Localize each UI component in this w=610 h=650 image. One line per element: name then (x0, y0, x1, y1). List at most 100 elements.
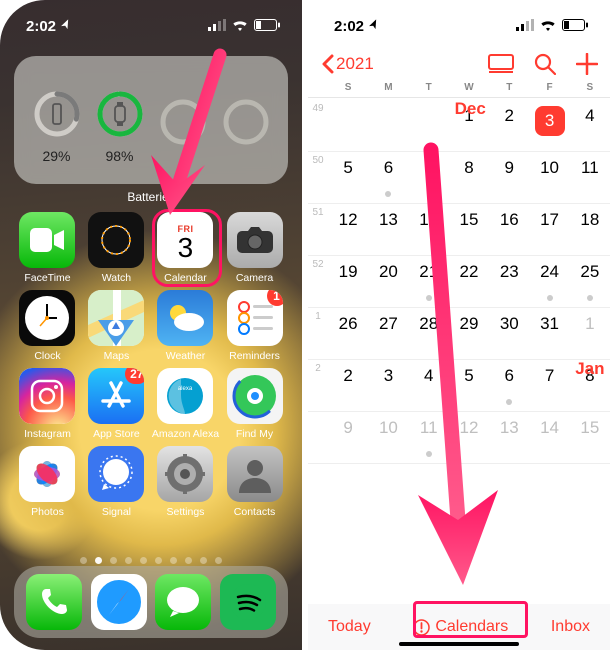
app-label: Find My (236, 428, 273, 440)
month-label: Dec (455, 99, 486, 119)
phone-app[interactable] (26, 574, 82, 630)
day-cell[interactable]: 3 (529, 100, 569, 151)
safari-app[interactable] (91, 574, 147, 630)
day-cell[interactable]: 9 (328, 412, 368, 463)
messages-app[interactable] (155, 574, 211, 630)
day-cell[interactable]: 28 (409, 308, 449, 359)
day-cell[interactable]: 29 (449, 308, 489, 359)
app-label: Watch (102, 272, 131, 284)
status-bar: 2:02 (0, 14, 302, 38)
battery-ring-watch: 98% (91, 90, 148, 164)
signal-icon (208, 18, 226, 35)
day-cell[interactable]: 19 (328, 256, 368, 307)
day-cell[interactable]: 9 (489, 152, 529, 203)
list-view-button[interactable] (488, 54, 514, 74)
watch-app[interactable] (88, 212, 144, 268)
day-cell[interactable]: 5 (328, 152, 368, 203)
day-cell[interactable]: 10 (529, 152, 569, 203)
day-cell[interactable]: 2 (328, 360, 368, 411)
photos-app[interactable] (19, 446, 75, 502)
maps-app[interactable] (88, 290, 144, 346)
findmy-app[interactable] (227, 368, 283, 424)
day-cell[interactable]: 15 (449, 204, 489, 255)
day-cell[interactable]: 30 (489, 308, 529, 359)
day-cell[interactable]: 4 (570, 100, 610, 151)
day-cell[interactable]: 17 (529, 204, 569, 255)
batteries-widget[interactable]: 29% 98% (14, 56, 288, 184)
day-cell[interactable]: 11 (409, 412, 449, 463)
dock (14, 566, 288, 638)
location-arrow-icon (57, 16, 74, 36)
battery-ring-phone: 29% (28, 90, 85, 164)
dow-header: S M T W T F S (308, 82, 610, 98)
day-cell[interactable]: 23 (489, 256, 529, 307)
day-cell[interactable]: 16 (489, 204, 529, 255)
day-cell[interactable]: 5 (449, 360, 489, 411)
reminders-app[interactable]: 1 (227, 290, 283, 346)
day-cell[interactable]: 26 (328, 308, 368, 359)
battery-pct: 98% (91, 148, 148, 164)
badge: 27 (125, 368, 144, 384)
day-cell[interactable]: 6 (368, 152, 408, 203)
status-bar: 2:02 (308, 14, 610, 38)
home-indicator[interactable] (399, 642, 519, 647)
page-indicator[interactable] (0, 557, 302, 564)
location-arrow-icon (365, 16, 382, 36)
day-cell[interactable]: 18 (570, 204, 610, 255)
signal-app[interactable] (88, 446, 144, 502)
day-cell[interactable]: 24 (529, 256, 569, 307)
battery-ring-empty (154, 98, 211, 156)
day-cell[interactable] (368, 100, 408, 151)
clock-app[interactable] (19, 290, 75, 346)
app-label: Weather (166, 350, 206, 362)
day-cell[interactable]: 11 (570, 152, 610, 203)
facetime-app[interactable] (19, 212, 75, 268)
day-cell[interactable]: 15 (570, 412, 610, 463)
back-button[interactable]: 2021 (320, 54, 374, 74)
add-event-button[interactable] (576, 53, 598, 75)
calendar-app[interactable]: FRI3 (157, 212, 213, 268)
day-cell[interactable]: 6 (489, 360, 529, 411)
app-grid: FaceTime Watch FRI3Calendar Camera Clock… (14, 212, 288, 518)
alexa-app[interactable]: alexa (157, 368, 213, 424)
day-cell[interactable]: 27 (368, 308, 408, 359)
day-cell[interactable]: 31 (529, 308, 569, 359)
day-cell[interactable]: 12 (449, 412, 489, 463)
day-cell[interactable]: 8 (449, 152, 489, 203)
today-button[interactable]: Today (328, 618, 371, 636)
app-label: Maps (104, 350, 130, 362)
contacts-app[interactable] (227, 446, 283, 502)
day-cell[interactable]: 4 (409, 360, 449, 411)
day-cell[interactable]: 3 (368, 360, 408, 411)
day-cell[interactable]: 25 (570, 256, 610, 307)
instagram-app[interactable] (19, 368, 75, 424)
calendars-button[interactable]: Calendars (413, 618, 508, 636)
day-cell[interactable] (409, 100, 449, 151)
spotify-app[interactable] (220, 574, 276, 630)
day-cell[interactable]: 21 (409, 256, 449, 307)
day-cell[interactable]: 7 (409, 152, 449, 203)
day-cell[interactable]: 10 (368, 412, 408, 463)
appstore-app[interactable]: 27 (88, 368, 144, 424)
day-cell[interactable]: 13 (368, 204, 408, 255)
day-cell[interactable]: 1 (570, 308, 610, 359)
day-cell[interactable]: 20 (368, 256, 408, 307)
calendar-grid[interactable]: 4912345056789101151121314151617185219202… (308, 100, 610, 604)
day-cell[interactable] (328, 100, 368, 151)
app-label: Contacts (234, 506, 275, 518)
day-cell[interactable]: 7 (529, 360, 569, 411)
weather-app[interactable] (157, 290, 213, 346)
day-cell[interactable]: 14 (529, 412, 569, 463)
day-cell[interactable]: 14 (409, 204, 449, 255)
day-cell[interactable]: 2 (489, 100, 529, 151)
inbox-button[interactable]: Inbox (551, 618, 590, 636)
app-label: Reminders (229, 350, 280, 362)
day-cell[interactable]: 12 (328, 204, 368, 255)
app-label: Signal (102, 506, 131, 518)
search-button[interactable] (534, 53, 556, 75)
day-cell[interactable]: 22 (449, 256, 489, 307)
settings-app[interactable] (157, 446, 213, 502)
battery-icon (562, 18, 588, 35)
day-cell[interactable]: 13 (489, 412, 529, 463)
camera-app[interactable] (227, 212, 283, 268)
